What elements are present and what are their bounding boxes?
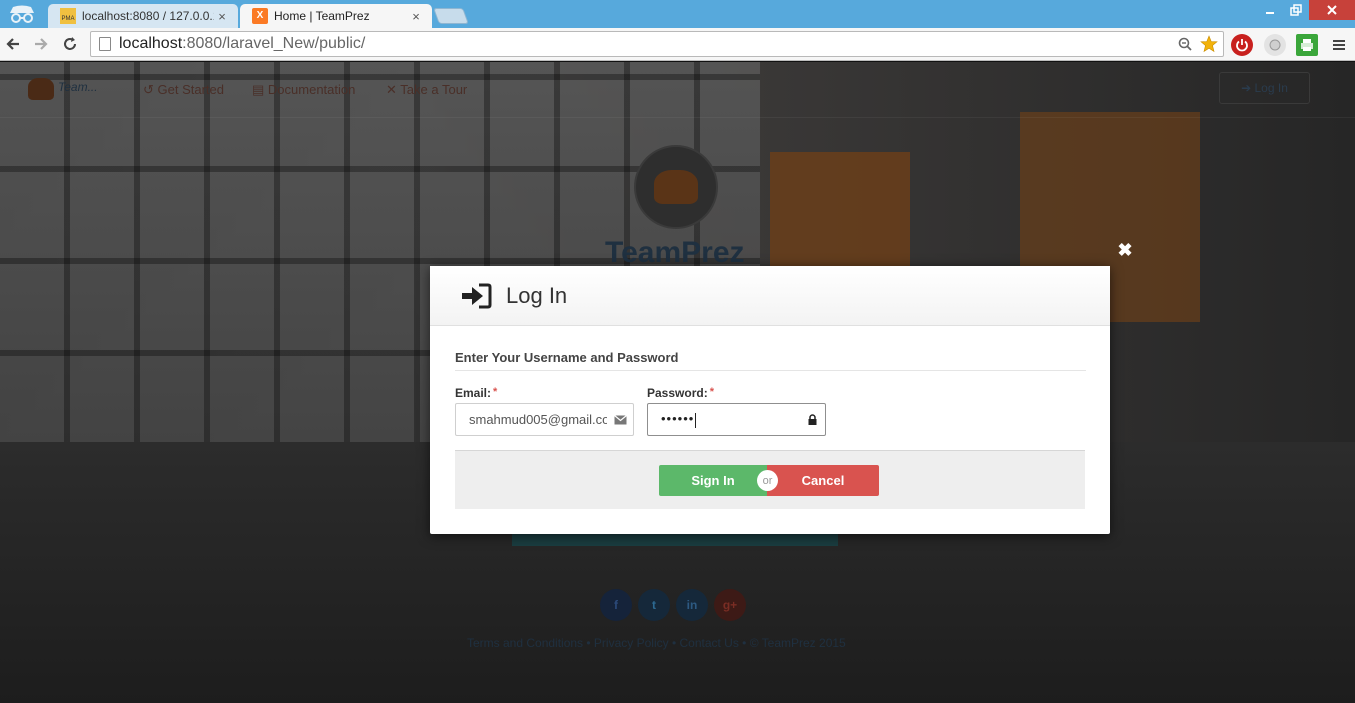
lock-icon	[799, 414, 825, 425]
nav-item-take-a-tour[interactable]: ✕ Take a Tour	[386, 82, 467, 98]
site-logo-icon[interactable]	[28, 78, 54, 100]
password-label: Password: *	[647, 386, 714, 400]
login-modal: Log In Enter Your Username and Password …	[430, 266, 1110, 534]
password-field[interactable]: ••••••	[647, 403, 826, 436]
back-icon[interactable]	[2, 33, 24, 55]
new-tab-button[interactable]	[433, 8, 469, 24]
url-text[interactable]: localhost:8080/laravel_New/public/	[119, 35, 1175, 53]
nav-item-documentation[interactable]: ▤ Documentation	[252, 82, 355, 98]
window-controls	[1257, 0, 1355, 22]
reload-icon[interactable]	[59, 33, 81, 55]
sign-in-button[interactable]: Sign In	[659, 465, 767, 496]
site-brand-small[interactable]: Team...	[58, 80, 98, 94]
incognito-icon	[10, 5, 34, 23]
email-label: Email: *	[455, 386, 498, 400]
pma-icon: PMA	[60, 8, 76, 24]
envelope-icon	[607, 414, 633, 425]
or-separator: or	[757, 470, 778, 491]
facebook-icon[interactable]: f	[600, 589, 632, 621]
site-logo-circle	[634, 145, 718, 229]
tab-title: localhost:8080 / 127.0.0.1	[82, 9, 214, 23]
browser-toolbar: localhost:8080/laravel_New/public/	[0, 28, 1355, 61]
required-marker: *	[493, 386, 498, 398]
power-extension-icon[interactable]	[1231, 34, 1253, 56]
section-title: Enter Your Username and Password	[455, 350, 679, 365]
modal-close-icon[interactable]: ✖	[1116, 240, 1134, 260]
cancel-button[interactable]: Cancel	[767, 465, 879, 496]
menu-icon[interactable]	[1328, 34, 1350, 56]
address-bar[interactable]: localhost:8080/laravel_New/public/	[90, 31, 1224, 57]
site-brand-title: TeamPrez	[605, 236, 745, 269]
circle-extension-icon[interactable]	[1264, 34, 1286, 56]
tab-title: Home | TeamPrez	[274, 9, 370, 23]
xampp-icon: X	[252, 8, 268, 24]
nav-login-button[interactable]: ➔ Log In	[1219, 72, 1310, 104]
site-footer: Terms and Conditions • Privacy Policy • …	[467, 636, 846, 650]
modal-header: Log In	[430, 266, 1110, 326]
tab-phpmyadmin[interactable]: PMA localhost:8080 / 127.0.0.1 ×	[48, 4, 238, 28]
site-navbar: Team... ↺ Get Started ▤ Documentation ✕ …	[0, 62, 1355, 118]
print-extension-icon[interactable]	[1296, 34, 1318, 56]
modal-title: Log In	[506, 282, 568, 308]
divider	[455, 370, 1086, 371]
browser-title-bar: PMA localhost:8080 / 127.0.0.1 × X Home …	[0, 0, 1355, 28]
tab-close-icon[interactable]: ×	[214, 9, 230, 24]
sign-in-icon	[462, 283, 492, 308]
text-caret	[695, 412, 697, 428]
password-value[interactable]: ••••••	[648, 411, 799, 428]
linkedin-icon[interactable]: in	[676, 589, 708, 621]
page-icon	[99, 37, 111, 51]
bookmark-star-icon[interactable]	[1199, 34, 1219, 54]
tab-teamprez[interactable]: X Home | TeamPrez ×	[240, 4, 432, 28]
team-icon	[654, 170, 698, 204]
required-marker: *	[709, 386, 714, 398]
restore-icon[interactable]	[1283, 0, 1309, 20]
zoom-icon[interactable]	[1175, 34, 1195, 54]
email-value[interactable]: smahmud005@gmail.com	[456, 412, 607, 427]
window-close-icon[interactable]	[1309, 0, 1355, 20]
twitter-icon[interactable]: t	[638, 589, 670, 621]
minimize-icon[interactable]	[1257, 0, 1283, 20]
google-plus-icon[interactable]: g+	[714, 589, 746, 621]
form-actions: Sign In Cancel or	[455, 450, 1085, 509]
email-field[interactable]: smahmud005@gmail.com	[455, 403, 634, 436]
forward-icon[interactable]	[30, 33, 52, 55]
nav-item-get-started[interactable]: ↺ Get Started	[143, 82, 224, 98]
tab-close-icon[interactable]: ×	[408, 9, 424, 24]
